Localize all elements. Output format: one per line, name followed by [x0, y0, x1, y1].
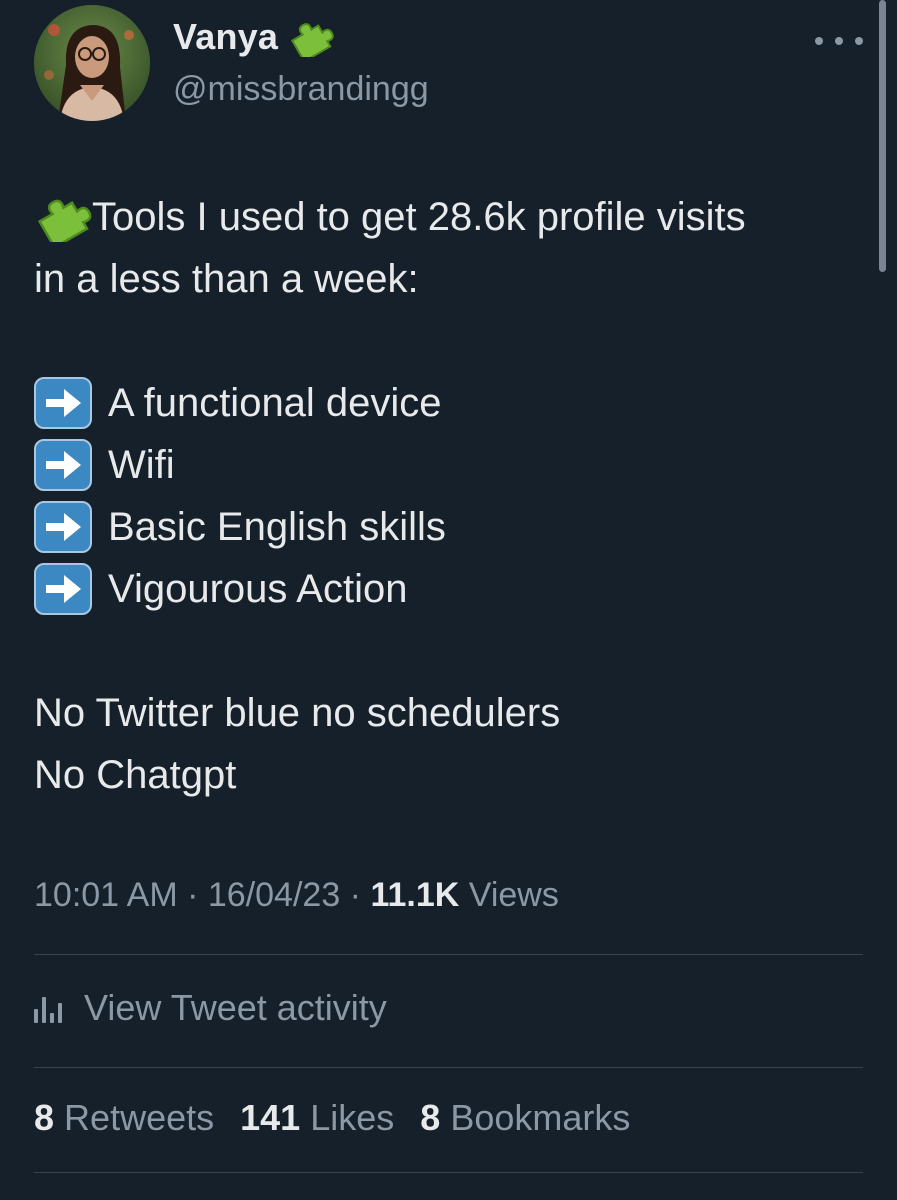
list-item: Basic English skills: [34, 496, 446, 558]
display-name[interactable]: Vanya: [173, 16, 278, 58]
views-label: Views: [468, 876, 559, 914]
tweet-time[interactable]: 10:01 AM: [34, 876, 178, 914]
tweet-detail: Vanya @missbrandingg Tools I used to get…: [0, 0, 897, 1200]
analytics-bar: [58, 1003, 62, 1023]
list-item: Wifi: [34, 434, 175, 496]
bookmarks-stat[interactable]: 8 Bookmarks: [420, 1097, 630, 1139]
puzzle-piece-icon: [291, 23, 334, 57]
analytics-bar: [34, 1009, 38, 1023]
list-item: A functional device: [34, 372, 442, 434]
tweet-metadata: 10:01 AM · 16/04/23 · 11.1K Views: [34, 876, 559, 915]
avatar[interactable]: [34, 5, 150, 121]
bookmarks-label: Bookmarks: [450, 1097, 631, 1138]
tweet-intro-line-1: Tools I used to get 28.6k profile visits: [34, 186, 746, 248]
author-handle[interactable]: @missbrandingg: [173, 70, 429, 109]
tweet-intro-line-2: in a less than a week:: [34, 256, 419, 301]
list-item-label: Basic English skills: [108, 504, 446, 549]
more-options-icon: [815, 37, 823, 45]
list-item-label: Vigourous Action: [108, 566, 408, 611]
retweets-count: 8: [34, 1097, 55, 1138]
view-tweet-activity-link[interactable]: View Tweet activity: [34, 983, 387, 1033]
right-arrow-icon: [34, 501, 92, 553]
right-arrow-icon: [34, 439, 92, 491]
analytics-bar: [50, 1013, 54, 1023]
more-options-dot: [835, 37, 843, 45]
scrollbar[interactable]: [879, 0, 886, 272]
avatar-photo: [34, 5, 150, 121]
engagement-stats: 8 Retweets 141 Likes 8 Bookmarks: [34, 1097, 656, 1139]
divider: [34, 954, 863, 955]
retweets-stat[interactable]: 8 Retweets: [34, 1097, 214, 1139]
retweets-label: Retweets: [64, 1097, 215, 1138]
tweet-closing-line-2: No Chatgpt: [34, 752, 237, 797]
meta-separator: ·: [340, 876, 371, 914]
divider: [34, 1172, 863, 1173]
tweet-date[interactable]: 16/04/23: [208, 876, 340, 914]
more-options-dot: [855, 37, 863, 45]
analytics-bar: [42, 997, 46, 1023]
tweet-intro-text: Tools I used to get 28.6k profile visits: [92, 194, 746, 239]
right-arrow-icon: [34, 563, 92, 615]
analytics-bars-icon: [34, 993, 62, 1023]
likes-count: 141: [240, 1097, 301, 1138]
more-options-button[interactable]: [815, 28, 863, 54]
right-arrow-icon: [34, 377, 92, 429]
likes-label: Likes: [310, 1097, 395, 1138]
likes-stat[interactable]: 141 Likes: [240, 1097, 394, 1139]
author-name-row[interactable]: Vanya: [173, 16, 334, 58]
divider: [34, 1067, 863, 1068]
puzzle-piece-icon: [37, 199, 92, 242]
list-item-label: A functional device: [108, 380, 442, 425]
meta-separator: ·: [177, 876, 208, 914]
views-count: 11.1K: [370, 876, 460, 914]
tweet-closing-line-1: No Twitter blue no schedulers: [34, 690, 561, 735]
list-item: Vigourous Action: [34, 558, 407, 620]
list-item-label: Wifi: [108, 442, 175, 487]
bookmarks-count: 8: [420, 1097, 441, 1138]
view-tweet-activity-label: View Tweet activity: [84, 987, 387, 1028]
